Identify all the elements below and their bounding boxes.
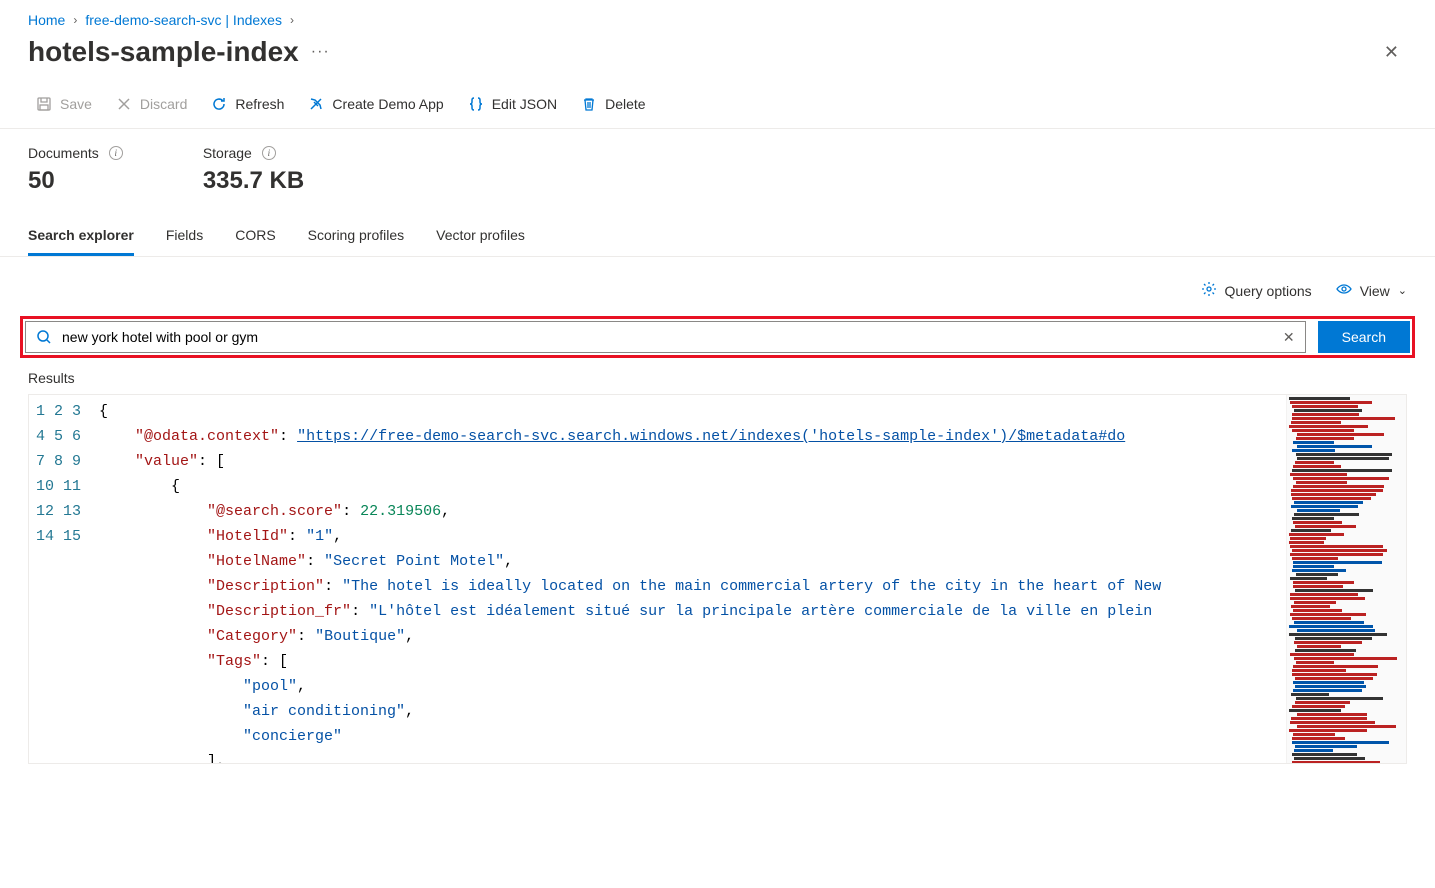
line-gutter: 1 2 3 4 5 6 7 8 9 10 11 12 13 14 15 [29,395,99,763]
refresh-label: Refresh [235,96,284,112]
breadcrumb: Home › free-demo-search-svc | Indexes › [0,0,1435,28]
toolbar: Save Discard Refresh Create Demo App Edi… [0,84,1435,129]
minimap[interactable] [1286,395,1406,763]
trash-icon [581,96,597,112]
info-icon[interactable]: i [109,146,123,160]
delete-label: Delete [605,96,645,112]
query-options-label: Query options [1225,283,1312,299]
query-options-button[interactable]: Query options [1201,281,1312,300]
search-input-wrap: ✕ [25,321,1306,353]
storage-value: 335.7 KB [203,167,304,195]
results-label: Results [0,366,1435,390]
chevron-down-icon: ⌄ [1398,284,1407,297]
discard-button: Discard [108,90,195,118]
edit-json-button[interactable]: Edit JSON [460,90,565,118]
edit-json-label: Edit JSON [492,96,557,112]
refresh-button[interactable]: Refresh [203,90,292,118]
eye-icon [1336,281,1352,300]
tab-scoring[interactable]: Scoring profiles [308,219,405,256]
create-demo-button[interactable]: Create Demo App [300,90,451,118]
gear-icon [1201,281,1217,300]
breadcrumb-home[interactable]: Home [28,12,65,28]
discard-icon [116,96,132,112]
create-demo-icon [308,96,324,112]
tab-cors[interactable]: CORS [235,219,275,256]
save-icon [36,96,52,112]
more-icon[interactable]: ··· [311,43,330,61]
search-button[interactable]: Search [1318,321,1410,353]
clear-icon[interactable]: ✕ [1273,329,1305,346]
storage-stat: Storage i 335.7 KB [203,145,304,195]
documents-label: Documents [28,145,99,161]
documents-value: 50 [28,167,123,195]
delete-button[interactable]: Delete [573,90,653,118]
view-button[interactable]: View ⌄ [1336,281,1407,300]
documents-stat: Documents i 50 [28,145,123,195]
page-title: hotels-sample-index [28,36,299,68]
save-button: Save [28,90,100,118]
create-demo-label: Create Demo App [332,96,443,112]
breadcrumb-service[interactable]: free-demo-search-svc | Indexes [85,12,282,28]
stats-row: Documents i 50 Storage i 335.7 KB [0,129,1435,219]
search-icon [26,329,62,345]
tab-vector[interactable]: Vector profiles [436,219,525,256]
chevron-icon: › [290,13,294,27]
close-icon[interactable]: ✕ [1376,38,1407,67]
braces-icon [468,96,484,112]
refresh-icon [211,96,227,112]
chevron-icon: › [73,13,77,27]
info-icon[interactable]: i [262,146,276,160]
results-editor: 1 2 3 4 5 6 7 8 9 10 11 12 13 14 15 { "@… [28,394,1407,764]
results-json[interactable]: { "@odata.context": "https://free-demo-s… [99,395,1286,763]
storage-label: Storage [203,145,252,161]
discard-label: Discard [140,96,187,112]
tabs: Search explorer Fields CORS Scoring prof… [0,219,1435,257]
search-input[interactable] [62,322,1273,352]
tab-search-explorer[interactable]: Search explorer [28,219,134,256]
search-bar-highlight: ✕ Search [20,316,1415,358]
view-label: View [1360,283,1390,299]
tab-fields[interactable]: Fields [166,219,203,256]
save-label: Save [60,96,92,112]
